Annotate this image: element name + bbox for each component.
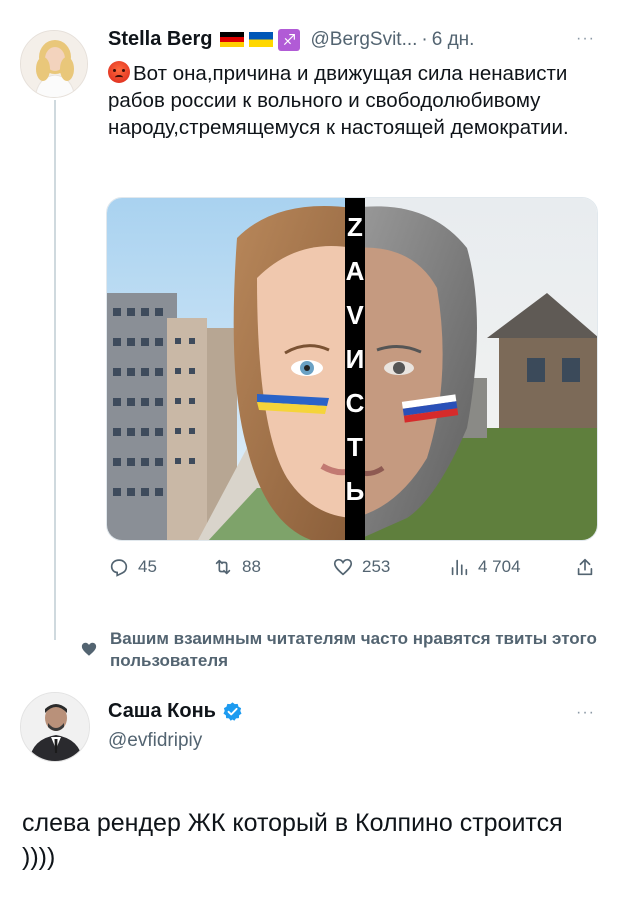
image-illustration: ZАVИСТЬ	[107, 198, 597, 540]
separator-dot: ·	[421, 28, 428, 50]
social-context: Вашим взаимным читателям часто нравятся …	[80, 628, 610, 672]
stella-avatar[interactable]	[20, 30, 88, 98]
more-options-icon[interactable]: ···	[576, 30, 595, 48]
sasha-avatar[interactable]	[20, 692, 90, 762]
image-center-letter: Ь	[346, 476, 365, 506]
tweet-body: Вот она,причина и движущая сила ненавист…	[108, 62, 569, 139]
image-center-letter: V	[346, 300, 364, 330]
reply-count: 45	[138, 557, 157, 576]
reply-more-options-icon[interactable]: ···	[576, 704, 595, 722]
tweet-actions: 45 88 253 4 704	[108, 556, 598, 586]
image-center-letter: А	[346, 256, 365, 286]
retweet-icon	[215, 559, 231, 575]
retweet-button[interactable]: 88	[212, 556, 261, 578]
social-context-text: Вашим взаимным читателям часто нравятся …	[110, 629, 597, 670]
heart-icon	[333, 558, 353, 576]
image-center-letter: Т	[347, 432, 363, 462]
image-center-letter: И	[346, 344, 365, 374]
reply-button[interactable]: 45	[108, 556, 157, 578]
share-icon	[577, 558, 593, 576]
flag-germany-icon	[220, 32, 245, 47]
author-handle[interactable]: @BergSvit...	[310, 29, 417, 51]
views-icon	[451, 559, 468, 576]
reply-icon	[110, 559, 128, 577]
flag-ukraine-icon	[249, 32, 274, 47]
reply-user-name[interactable]: Саша Конь	[108, 700, 243, 723]
tweet-header: Stella Berg ♐ @BergSvit... · 6 дн.	[108, 28, 474, 51]
stella-avatar-image	[21, 31, 87, 97]
reply-user-name-text: Саша Конь	[108, 700, 216, 722]
tweet-time[interactable]: 6 дн.	[432, 29, 475, 51]
tweet-image[interactable]: ZАVИСТЬ	[106, 197, 598, 541]
retweet-count: 88	[242, 557, 261, 576]
like-count: 253	[362, 557, 391, 576]
heart-filled-icon	[81, 642, 97, 656]
sasha-avatar-image	[21, 693, 89, 761]
sagittarius-icon: ♐	[278, 28, 301, 51]
tweet-text: Вот она,причина и движущая сила ненавист…	[108, 60, 598, 141]
like-button[interactable]: 253	[332, 556, 390, 578]
share-button[interactable]	[574, 556, 604, 578]
reply-text: слева рендер ЖК который в Колпино строит…	[22, 809, 563, 871]
image-center-letter: С	[346, 388, 365, 418]
thread-line	[54, 100, 56, 640]
reply-user-handle[interactable]: @evfidripiy	[108, 730, 202, 752]
view-count: 4 704	[478, 557, 521, 576]
views-button[interactable]: 4 704	[448, 556, 521, 578]
verified-badge-icon	[223, 702, 242, 721]
image-center-letter: Z	[347, 212, 363, 242]
angry-face-icon	[108, 61, 130, 83]
author-name[interactable]: Stella Berg	[108, 28, 212, 51]
